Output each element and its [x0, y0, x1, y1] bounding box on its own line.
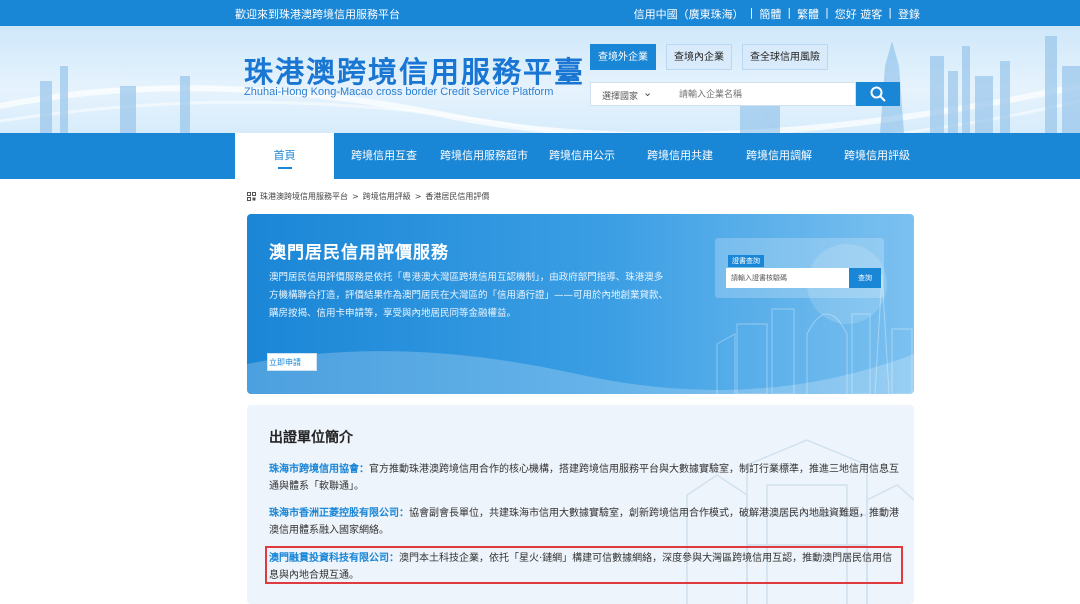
- issuer-intro-section: 出證單位簡介 珠海市跨境信用協會：官方推動珠港澳跨境信用合作的核心機構，搭建跨境…: [247, 405, 914, 604]
- breadcrumb: 珠港澳跨境信用服務平台 > 跨境信用評級 > 香港居民信用評價: [247, 191, 489, 202]
- issuer-paragraph: 珠海市跨境信用協會：官方推動珠港澳跨境信用合作的核心機構，搭建跨境信用服務平台與…: [269, 461, 899, 495]
- search-button[interactable]: [856, 82, 900, 106]
- verify-query-button[interactable]: 查詢: [849, 268, 881, 288]
- separator: |: [888, 6, 892, 19]
- greeting-text: 您好 遊客: [834, 8, 883, 21]
- simplified-link[interactable]: 簡體: [759, 6, 781, 22]
- tab-domestic-enterprise[interactable]: 查境內企業: [666, 44, 732, 70]
- service-title: 澳門居民信用評價服務: [269, 243, 449, 263]
- top-links: 信用中國（廣東珠海） | 簡體 | 繁體 | 您好 遊客 | 登錄: [634, 6, 920, 22]
- verification-code-input[interactable]: 請輸入證書核驗碼: [726, 268, 849, 288]
- top-bar: 歡迎來到珠港澳跨境信用服務平台 信用中國（廣東珠海） | 簡體 | 繁體 | 您…: [0, 0, 1080, 26]
- region-link[interactable]: 信用中國（廣東珠海）: [634, 6, 744, 22]
- nav-credit-mediation[interactable]: 跨境信用調解: [746, 133, 812, 179]
- traditional-link[interactable]: 繁體: [797, 6, 819, 22]
- nav-credit-co-build[interactable]: 跨境信用共建: [647, 133, 713, 179]
- intro-title: 出證單位簡介: [269, 430, 353, 446]
- location-icon: [247, 192, 256, 201]
- service-banner: 澳門居民信用評價服務 澳門居民信用評價服務是依托「粵港澳大灣區跨境信用互認機制」…: [247, 214, 914, 394]
- search-box: 選擇國家 ⌄: [590, 82, 856, 106]
- nav-credit-service-market[interactable]: 跨境信用服務超市: [440, 133, 528, 179]
- certificate-query-label: 證書查詢: [728, 255, 764, 267]
- country-select[interactable]: 選擇國家: [602, 89, 638, 102]
- apply-now-button[interactable]: 立即申請: [267, 353, 317, 371]
- search-tabs: 查境外企業 查境內企業 查全球信用風險: [590, 44, 828, 70]
- issuer-name: 珠海市香洲正菱控股有限公司：: [269, 508, 409, 519]
- separator: |: [825, 6, 829, 19]
- login-link[interactable]: 登錄: [898, 6, 920, 22]
- welcome-text: 歡迎來到珠港澳跨境信用服務平台: [235, 8, 400, 21]
- main-nav: 首頁 跨境信用互查 跨境信用服務超市 跨境信用公示 跨境信用共建 跨境信用調解 …: [0, 133, 1080, 179]
- nav-cross-border-inquiry[interactable]: 跨境信用互查: [351, 133, 417, 179]
- issuer-name: 珠海市跨境信用協會：: [269, 464, 369, 475]
- nav-credit-rating[interactable]: 跨境信用評級: [844, 133, 910, 179]
- site-subtitle-en: Zhuhai-Hong Kong-Macao cross border Cred…: [244, 86, 554, 98]
- search-icon: [870, 86, 886, 102]
- breadcrumb-separator: >: [352, 192, 359, 201]
- breadcrumb-item-home[interactable]: 珠港澳跨境信用服務平台: [260, 191, 348, 202]
- site-header: 珠港澳跨境信用服務平臺 Zhuhai-Hong Kong-Macao cross…: [0, 26, 1080, 133]
- tab-overseas-enterprise[interactable]: 查境外企業: [590, 44, 656, 70]
- issuer-paragraph: 珠海市香洲正菱控股有限公司：協會副會長單位，共建珠海市信用大數據實驗室，創新跨境…: [269, 505, 899, 539]
- tab-global-credit-risk[interactable]: 查全球信用風險: [742, 44, 828, 70]
- certificate-verify-box: 證書查詢 請輸入證書核驗碼 查詢: [715, 238, 884, 298]
- service-description: 澳門居民信用評價服務是依托「粵港澳大灣區跨境信用互認機制」，由政府部門指導、珠港…: [269, 272, 669, 319]
- nav-credit-disclosure[interactable]: 跨境信用公示: [549, 133, 615, 179]
- separator: |: [787, 6, 792, 19]
- chevron-down-icon[interactable]: ⌄: [643, 86, 652, 99]
- site-title: 珠港澳跨境信用服務平臺: [244, 55, 586, 89]
- breadcrumb-item-current: 香港居民信用評價: [425, 192, 490, 201]
- highlight-box: [265, 546, 903, 584]
- nav-home[interactable]: 首頁: [235, 133, 334, 179]
- separator: |: [749, 6, 754, 19]
- breadcrumb-separator: >: [414, 192, 422, 201]
- company-search-input[interactable]: [679, 86, 849, 103]
- breadcrumb-item-rating[interactable]: 跨境信用評級: [363, 191, 411, 202]
